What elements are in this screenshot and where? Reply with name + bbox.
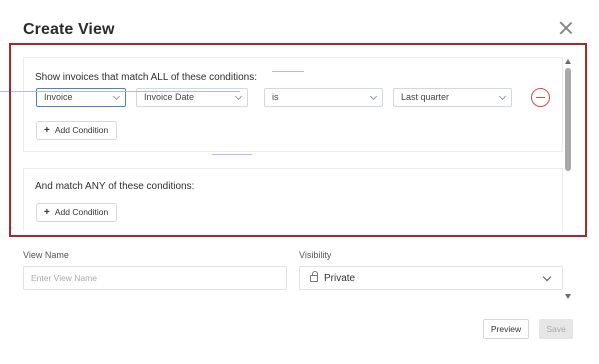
view-name-input[interactable] [23,266,287,290]
preview-button[interactable]: Preview [483,319,529,339]
highlight-box [9,43,587,237]
modal-title: Create View [23,21,115,38]
chevron-down-icon [542,272,552,282]
view-name-label: View Name [23,250,69,260]
lock-icon [310,271,318,282]
create-view-modal: Create View Show invoices that match ALL… [0,0,599,364]
visibility-label: Visibility [299,250,332,260]
scroll-down-icon[interactable] [565,294,571,299]
save-button[interactable]: Save [539,319,573,339]
visibility-value: Private [324,273,356,284]
visibility-select[interactable]: Private [299,266,563,290]
close-icon[interactable] [559,21,573,35]
